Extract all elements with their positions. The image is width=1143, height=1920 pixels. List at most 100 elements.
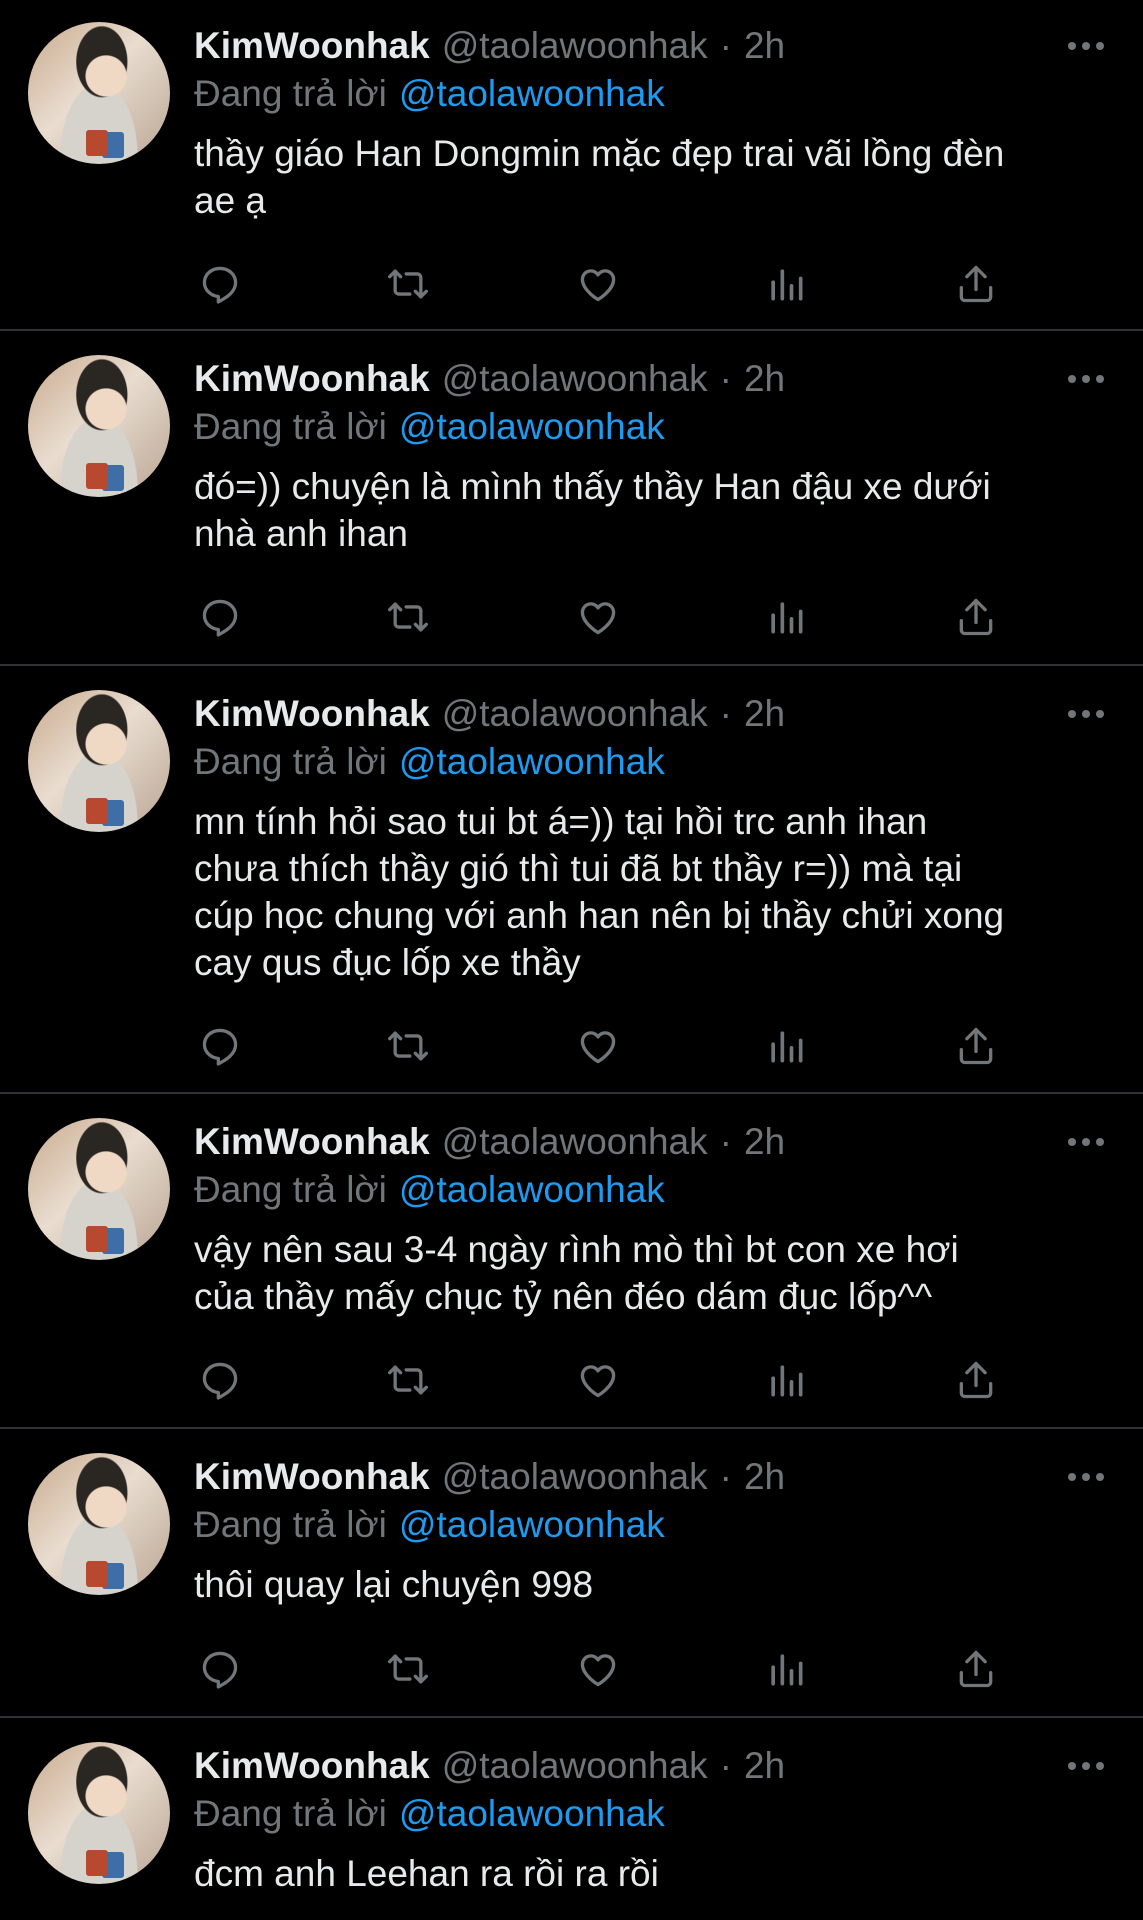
retweet-button[interactable]	[382, 1354, 434, 1406]
share-button[interactable]	[950, 1020, 1002, 1072]
avatar[interactable]	[28, 1742, 170, 1884]
username[interactable]: @taolawoonhak	[442, 1121, 708, 1163]
replying-to-label: Đang trả lời	[194, 1169, 387, 1210]
more-horizontal-icon	[1068, 42, 1104, 50]
tweet[interactable]: KimWoonhak @taolawoonhak · 2h Đang trả l…	[0, 1096, 1143, 1429]
like-button[interactable]	[572, 591, 624, 643]
views-icon	[771, 1031, 803, 1063]
like-button[interactable]	[572, 1354, 624, 1406]
replying-to-mention[interactable]: @taolawoonhak	[399, 1504, 665, 1546]
reply-icon	[202, 266, 238, 304]
display-name[interactable]: KimWoonhak	[194, 1456, 430, 1498]
timestamp[interactable]: 2h	[744, 358, 785, 400]
more-options-button[interactable]	[1062, 1122, 1110, 1162]
timestamp[interactable]: 2h	[744, 693, 785, 735]
reply-icon	[202, 1651, 238, 1689]
like-button[interactable]	[572, 1643, 624, 1695]
tweet[interactable]: KimWoonhak @taolawoonhak · 2h Đang trả l…	[0, 333, 1143, 666]
avatar[interactable]	[28, 22, 170, 164]
reply-icon	[202, 599, 238, 637]
more-options-button[interactable]	[1062, 1457, 1110, 1497]
username[interactable]: @taolawoonhak	[442, 358, 708, 400]
like-button[interactable]	[572, 258, 624, 310]
display-name[interactable]: KimWoonhak	[194, 1745, 430, 1787]
avatar[interactable]	[28, 355, 170, 497]
timestamp[interactable]: 2h	[744, 1745, 785, 1787]
more-options-button[interactable]	[1062, 1746, 1110, 1786]
tweet-header: KimWoonhak @taolawoonhak · 2h	[194, 688, 785, 740]
replying-to-label: Đang trả lời	[194, 1504, 387, 1545]
views-button[interactable]	[760, 258, 812, 310]
replying-to-mention[interactable]: @taolawoonhak	[399, 73, 665, 115]
retweet-icon	[388, 1654, 428, 1684]
tweet[interactable]: KimWoonhak @taolawoonhak · 2h Đang trả l…	[0, 668, 1143, 1094]
timestamp[interactable]: 2h	[744, 1121, 785, 1163]
heart-icon	[580, 1031, 616, 1064]
tweet[interactable]: KimWoonhak @taolawoonhak · 2h Đang trả l…	[0, 0, 1143, 331]
tweet-text: thầy giáo Han Dongmin mặc đẹp trai vãi l…	[194, 133, 1005, 221]
reply-button[interactable]	[194, 1354, 246, 1406]
replying-to-mention[interactable]: @taolawoonhak	[399, 406, 665, 448]
username[interactable]: @taolawoonhak	[442, 693, 708, 735]
replying-to: Đang trả lời @taolawoonhak	[194, 1501, 665, 1549]
username[interactable]: @taolawoonhak	[442, 1456, 708, 1498]
retweet-button[interactable]	[382, 591, 434, 643]
tweet-text: vậy nên sau 3-4 ngày rình mò thì bt con …	[194, 1229, 959, 1317]
tweet-text: mn tính hỏi sao tui bt á=)) tại hồi trc …	[194, 801, 1005, 983]
share-button[interactable]	[950, 258, 1002, 310]
retweet-button[interactable]	[382, 258, 434, 310]
tweet-actions	[194, 258, 1054, 310]
more-options-button[interactable]	[1062, 694, 1110, 734]
reply-button[interactable]	[194, 258, 246, 310]
share-icon	[959, 1361, 993, 1399]
replying-to: Đang trả lời @taolawoonhak	[194, 738, 665, 786]
more-options-button[interactable]	[1062, 26, 1110, 66]
retweet-button[interactable]	[382, 1643, 434, 1695]
replying-to: Đang trả lời @taolawoonhak	[194, 403, 665, 451]
retweet-button[interactable]	[382, 1020, 434, 1072]
username[interactable]: @taolawoonhak	[442, 25, 708, 67]
views-button[interactable]	[760, 1643, 812, 1695]
replying-to-label: Đang trả lời	[194, 1793, 387, 1834]
replying-to: Đang trả lời @taolawoonhak	[194, 1166, 665, 1214]
replying-to-mention[interactable]: @taolawoonhak	[399, 741, 665, 783]
avatar[interactable]	[28, 690, 170, 832]
replying-to-mention[interactable]: @taolawoonhak	[399, 1793, 665, 1835]
tweet-thread: KimWoonhak @taolawoonhak · 2h Đang trả l…	[0, 0, 1143, 1920]
reply-button[interactable]	[194, 591, 246, 643]
avatar[interactable]	[28, 1118, 170, 1260]
share-button[interactable]	[950, 1354, 1002, 1406]
tweet-header: KimWoonhak @taolawoonhak · 2h	[194, 1740, 785, 1792]
tweet[interactable]: KimWoonhak @taolawoonhak · 2h Đang trả l…	[0, 1431, 1143, 1718]
heart-icon	[580, 1365, 616, 1398]
share-button[interactable]	[950, 1643, 1002, 1695]
retweet-icon	[388, 269, 428, 299]
share-icon	[959, 598, 993, 636]
retweet-icon	[388, 1365, 428, 1395]
tweet-header: KimWoonhak @taolawoonhak · 2h	[194, 1451, 785, 1503]
views-button[interactable]	[760, 1354, 812, 1406]
display-name[interactable]: KimWoonhak	[194, 1121, 430, 1163]
views-button[interactable]	[760, 1020, 812, 1072]
display-name[interactable]: KimWoonhak	[194, 693, 430, 735]
like-button[interactable]	[572, 1020, 624, 1072]
avatar[interactable]	[28, 1453, 170, 1595]
timestamp[interactable]: 2h	[744, 1456, 785, 1498]
display-name[interactable]: KimWoonhak	[194, 358, 430, 400]
replying-to-mention[interactable]: @taolawoonhak	[399, 1169, 665, 1211]
views-button[interactable]	[760, 591, 812, 643]
reply-button[interactable]	[194, 1020, 246, 1072]
tweet-header: KimWoonhak @taolawoonhak · 2h	[194, 20, 785, 72]
username[interactable]: @taolawoonhak	[442, 1745, 708, 1787]
tweet-header: KimWoonhak @taolawoonhak · 2h	[194, 353, 785, 405]
share-button[interactable]	[950, 591, 1002, 643]
replying-to: Đang trả lời @taolawoonhak	[194, 70, 665, 118]
tweet-text: thôi quay lại chuyện 998	[194, 1564, 594, 1605]
reply-button[interactable]	[194, 1643, 246, 1695]
timestamp[interactable]: 2h	[744, 25, 785, 67]
display-name[interactable]: KimWoonhak	[194, 25, 430, 67]
more-options-button[interactable]	[1062, 359, 1110, 399]
tweet-actions	[194, 1354, 1054, 1406]
tweet[interactable]: KimWoonhak @taolawoonhak · 2h Đang trả l…	[0, 1720, 1143, 1920]
more-horizontal-icon	[1068, 1138, 1104, 1146]
